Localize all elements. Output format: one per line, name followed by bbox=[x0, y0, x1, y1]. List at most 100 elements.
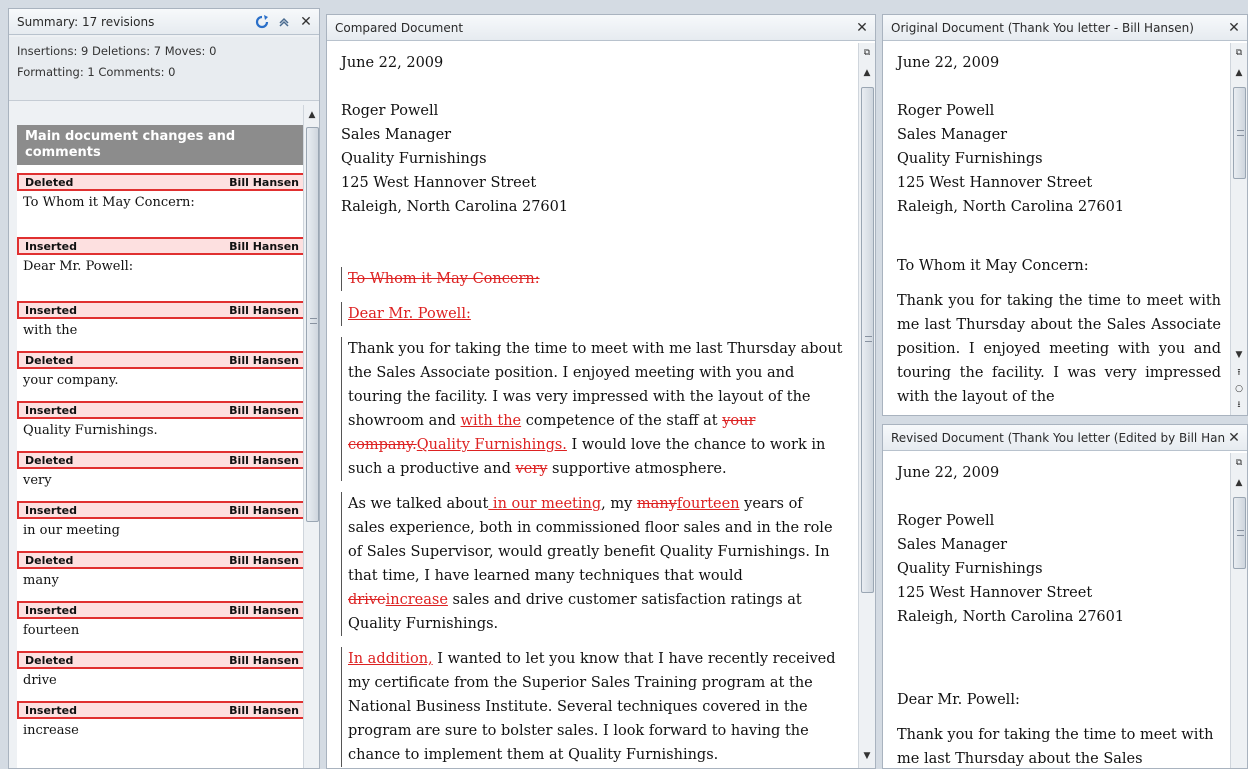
deleted-salutation: To Whom it May Concern: bbox=[341, 267, 843, 291]
scroll-thumb[interactable] bbox=[1233, 497, 1246, 569]
inserted-text: in our meeting bbox=[488, 496, 602, 512]
original-document-pane: Original Document (Thank You letter - Bi… bbox=[882, 14, 1248, 416]
revision-type: Inserted bbox=[25, 603, 77, 617]
revision-item[interactable]: Inserted Bill Hansen Dear Mr. Powell: bbox=[17, 237, 307, 293]
letter-date: June 22, 2009 bbox=[897, 465, 1000, 481]
grip-icon bbox=[1237, 130, 1244, 136]
grip-icon bbox=[1237, 530, 1244, 536]
scroll-thumb[interactable] bbox=[1233, 87, 1246, 179]
revision-tag[interactable]: Deleted Bill Hansen bbox=[17, 651, 307, 669]
scroll-thumb[interactable] bbox=[306, 127, 319, 522]
address-line: Sales Manager bbox=[897, 127, 1008, 143]
inserted-salutation: Dear Mr. Powell: bbox=[341, 302, 843, 326]
salutation: To Whom it May Concern: bbox=[897, 258, 1089, 274]
address-line: Raleigh, North Carolina 27601 bbox=[897, 199, 1125, 215]
paragraph-text: I wanted to let you know that I have rec… bbox=[348, 651, 836, 763]
scroll-thumb[interactable] bbox=[861, 87, 874, 593]
split-icon[interactable]: ⧉ bbox=[859, 45, 875, 61]
revision-author: Bill Hansen bbox=[229, 239, 299, 253]
revision-tag[interactable]: Inserted Bill Hansen bbox=[17, 301, 307, 319]
original-title: Original Document (Thank You letter - Bi… bbox=[891, 20, 1194, 35]
compared-title: Compared Document bbox=[335, 20, 464, 35]
stats-line-2: Formatting: 1 Comments: 0 bbox=[17, 65, 176, 79]
address-line: 125 West Hannover Street bbox=[341, 175, 537, 191]
scroll-down-icon[interactable]: ▼ bbox=[859, 748, 875, 764]
refresh-icon[interactable] bbox=[253, 13, 271, 31]
revision-author: Bill Hansen bbox=[229, 553, 299, 567]
revision-tag[interactable]: Deleted Bill Hansen bbox=[17, 173, 307, 191]
address-line: Sales Manager bbox=[341, 127, 452, 143]
inserted-text: fourteen bbox=[676, 496, 740, 512]
select-browse-object-icon[interactable]: ○ bbox=[1231, 381, 1247, 397]
deleted-text: drive bbox=[348, 592, 386, 608]
revision-tag[interactable]: Deleted Bill Hansen bbox=[17, 451, 307, 469]
address-line: Quality Furnishings bbox=[897, 561, 1043, 577]
next-page-icon[interactable]: ⭳ bbox=[1231, 397, 1247, 413]
revision-tag[interactable]: Deleted Bill Hansen bbox=[17, 351, 307, 369]
revision-tag[interactable]: Inserted Bill Hansen bbox=[17, 237, 307, 255]
original-document-body[interactable]: June 22, 2009 Roger Powell Sales Manager… bbox=[883, 43, 1229, 415]
inserted-text: Dear Mr. Powell: bbox=[348, 306, 471, 322]
revision-tag[interactable]: Inserted Bill Hansen bbox=[17, 701, 307, 719]
previous-page-icon[interactable]: ⭱ bbox=[1231, 365, 1247, 381]
revision-type: Deleted bbox=[25, 353, 74, 367]
address-line: Roger Powell bbox=[897, 513, 995, 529]
collapse-icon[interactable] bbox=[275, 13, 293, 31]
close-icon[interactable]: ✕ bbox=[1225, 429, 1243, 447]
revision-text: drive bbox=[23, 673, 57, 688]
split-icon[interactable]: ⧉ bbox=[1231, 455, 1247, 471]
paragraph-text: , my bbox=[601, 496, 637, 512]
revision-item[interactable]: Deleted Bill Hansen many bbox=[17, 551, 307, 593]
revision-tag[interactable]: Deleted Bill Hansen bbox=[17, 551, 307, 569]
revision-author: Bill Hansen bbox=[229, 353, 299, 367]
scroll-up-icon[interactable]: ▲ bbox=[304, 107, 319, 123]
revision-text: fourteen bbox=[23, 623, 80, 638]
revision-item[interactable]: Inserted Bill Hansen in our meeting bbox=[17, 501, 307, 543]
revision-item[interactable]: Deleted Bill Hansen drive bbox=[17, 651, 307, 693]
revision-tag[interactable]: Inserted Bill Hansen bbox=[17, 401, 307, 419]
address-line: 125 West Hannover Street bbox=[897, 175, 1093, 191]
revision-item[interactable]: Deleted Bill Hansen very bbox=[17, 451, 307, 493]
revision-item[interactable]: Deleted Bill Hansen To Whom it May Concer… bbox=[17, 173, 307, 229]
revised-header: Revised Document (Thank You letter (Edit… bbox=[883, 425, 1247, 451]
deleted-text: very bbox=[515, 461, 548, 477]
scroll-up-icon[interactable]: ▲ bbox=[1231, 475, 1247, 491]
revision-item[interactable]: Inserted Bill Hansen Quality Furnishings. bbox=[17, 401, 307, 443]
compared-scrollbar[interactable]: ⧉ ▲ ▼ bbox=[858, 43, 875, 768]
scroll-down-icon[interactable]: ▼ bbox=[1231, 347, 1247, 363]
close-icon[interactable]: ✕ bbox=[297, 13, 315, 31]
close-icon[interactable]: ✕ bbox=[1225, 19, 1243, 37]
revision-text: Quality Furnishings. bbox=[23, 423, 158, 438]
paragraph-text: As we talked about bbox=[348, 496, 489, 512]
revision-tag[interactable]: Inserted Bill Hansen bbox=[17, 501, 307, 519]
inserted-text: increase bbox=[385, 592, 448, 608]
revised-document-body[interactable]: June 22, 2009 Roger Powell Sales Manager… bbox=[883, 453, 1229, 768]
revision-item[interactable]: Deleted Bill Hansen your company. bbox=[17, 351, 307, 393]
revision-type: Inserted bbox=[25, 503, 77, 517]
scroll-up-icon[interactable]: ▲ bbox=[1231, 65, 1247, 81]
original-scrollbar[interactable]: ⧉ ▲ ▼ ⭱ ○ ⭳ bbox=[1230, 43, 1247, 415]
revision-author: Bill Hansen bbox=[229, 175, 299, 189]
split-icon[interactable]: ⧉ bbox=[1231, 45, 1247, 61]
revision-text: in our meeting bbox=[23, 523, 120, 538]
address-line: 125 West Hannover Street bbox=[897, 585, 1093, 601]
revision-text: Dear Mr. Powell: bbox=[23, 259, 134, 274]
revision-item[interactable]: Inserted Bill Hansen fourteen bbox=[17, 601, 307, 643]
summary-scrollbar[interactable]: ▲ bbox=[303, 105, 319, 768]
compared-document-body[interactable]: June 22, 2009 Roger Powell Sales Manager… bbox=[327, 43, 857, 768]
revision-tag[interactable]: Inserted Bill Hansen bbox=[17, 601, 307, 619]
deleted-text: To Whom it May Concern: bbox=[348, 271, 540, 287]
inserted-text: In addition, bbox=[348, 651, 433, 667]
address-line: Roger Powell bbox=[897, 103, 995, 119]
inserted-text: Quality Furnishings. bbox=[416, 437, 567, 453]
revision-item[interactable]: Inserted Bill Hansen increase bbox=[17, 701, 307, 743]
scroll-up-icon[interactable]: ▲ bbox=[859, 65, 875, 81]
address-line: Quality Furnishings bbox=[897, 151, 1043, 167]
revision-author: Bill Hansen bbox=[229, 303, 299, 317]
close-icon[interactable]: ✕ bbox=[853, 19, 871, 37]
revision-item[interactable]: Inserted Bill Hansen with the bbox=[17, 301, 307, 343]
paragraph-3: In addition, I wanted to let you know th… bbox=[341, 647, 843, 767]
revision-type: Deleted bbox=[25, 653, 74, 667]
revised-scrollbar[interactable]: ⧉ ▲ bbox=[1230, 453, 1247, 768]
revision-type: Inserted bbox=[25, 239, 77, 253]
